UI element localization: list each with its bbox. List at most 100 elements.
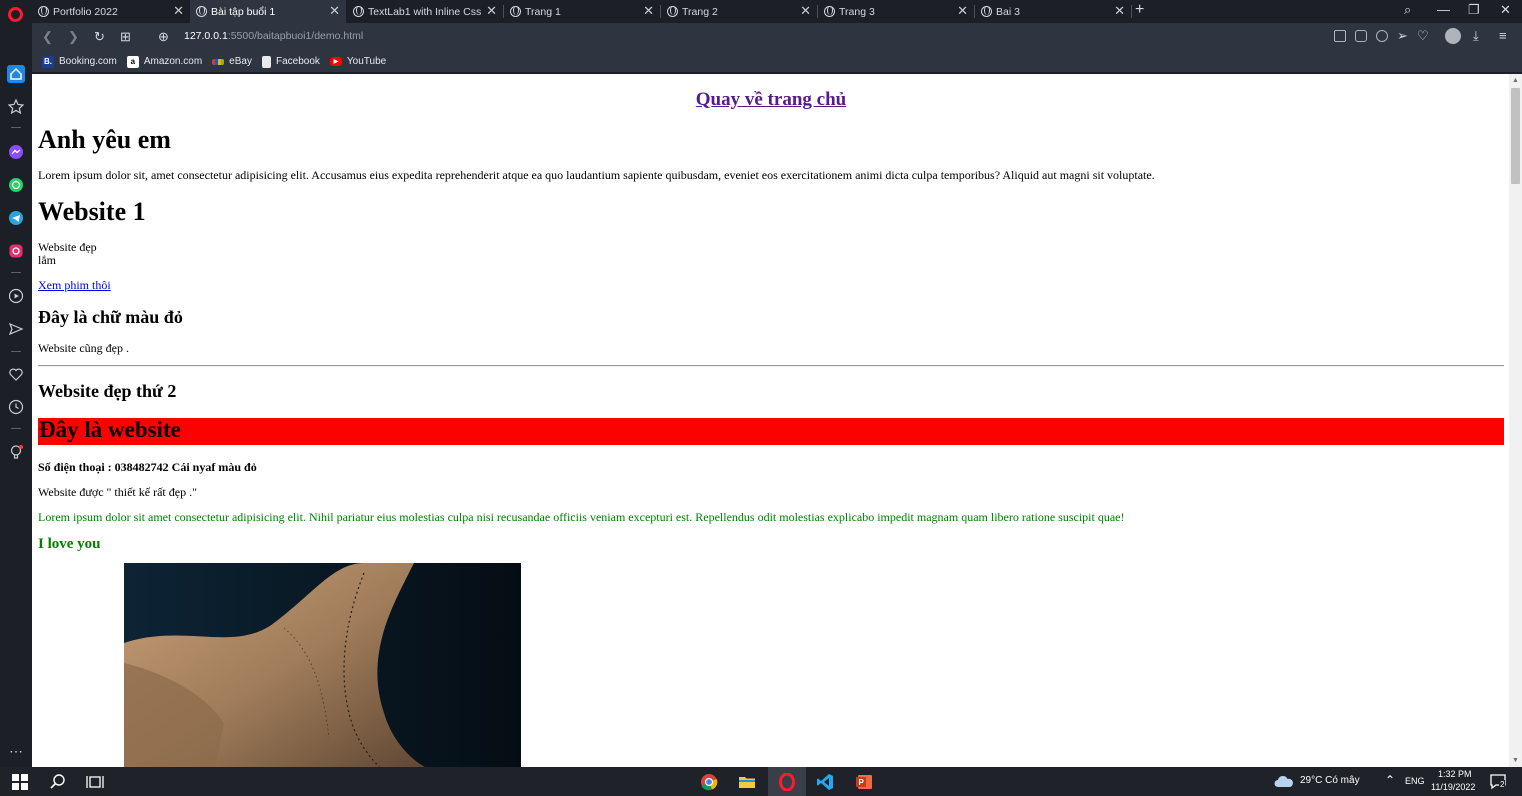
close-tab-icon[interactable]: ✕: [643, 3, 654, 19]
amazon-icon: a: [126, 55, 139, 68]
opera-icon[interactable]: [778, 773, 796, 791]
page-viewport: Quay về trang chủ Anh yêu em Lorem ipsum…: [32, 74, 1522, 767]
clock-time[interactable]: 1:32 PM: [1438, 769, 1472, 779]
close-tab-icon[interactable]: ✕: [173, 3, 184, 19]
close-tab-icon[interactable]: ✕: [1114, 3, 1125, 19]
chevron-up-icon[interactable]: ⌃: [1385, 773, 1395, 787]
phone-text: Số điện thoại : 038482742 Cái nyaf màu đ…: [38, 460, 257, 474]
search-tabs-icon[interactable]: ⌕: [1404, 2, 1411, 18]
file-explorer-icon[interactable]: [738, 773, 756, 791]
address-bar: ❮ ❯ ↻ ⊞ ⊕ 127.0.0.1:5500/baitapbuoi1/dem…: [32, 23, 1522, 51]
whatsapp-icon[interactable]: [7, 176, 25, 194]
vscode-icon[interactable]: [816, 773, 834, 791]
tab-trang1[interactable]: Trang 1 ✕: [504, 0, 660, 23]
close-window-icon[interactable]: ✕: [1500, 2, 1511, 18]
history-icon[interactable]: [7, 398, 25, 416]
globe-icon: [353, 6, 364, 17]
windows-taskbar: P 29°C Có mây ⌃ ENG 1:32 PM 11/19/2022 2: [0, 767, 1522, 796]
red-banner: Đây là website: [38, 417, 1504, 445]
heading-red-text: Đây là chữ màu đỏ: [38, 307, 183, 327]
bookmark-booking[interactable]: B. Booking.com: [42, 55, 117, 68]
tab-bai3[interactable]: Bai 3 ✕: [975, 0, 1131, 23]
send-icon[interactable]: [7, 320, 25, 338]
scrollbar[interactable]: ▲ ▼: [1509, 74, 1522, 767]
lightbulb-icon[interactable]: [7, 443, 25, 461]
language-indicator[interactable]: ENG: [1405, 776, 1425, 786]
favorite-icon[interactable]: ♡: [1417, 28, 1429, 44]
bookmark-amazon[interactable]: a Amazon.com: [126, 55, 202, 68]
easy-setup-icon[interactable]: ≡: [1499, 28, 1507, 43]
globe-icon: [981, 6, 992, 17]
player-icon[interactable]: [7, 287, 25, 305]
movie-link[interactable]: Xem phim thôi: [38, 278, 111, 293]
close-tab-icon[interactable]: ✕: [486, 3, 497, 19]
home-link[interactable]: Quay về trang chủ: [38, 89, 1504, 111]
bookmark-facebook[interactable]: Facebook: [261, 55, 320, 68]
cloud-icon: [1274, 775, 1293, 787]
clock-date[interactable]: 11/19/2022: [1431, 782, 1475, 792]
bookmark-ebay[interactable]: eBay: [212, 56, 252, 67]
restore-icon[interactable]: ❐: [1468, 2, 1480, 18]
windows-start-icon[interactable]: [11, 773, 29, 791]
messenger-icon[interactable]: [7, 143, 25, 161]
flow-icon[interactable]: ➢: [1397, 28, 1408, 44]
heart-icon[interactable]: [7, 365, 25, 383]
booking-icon: B.: [42, 55, 54, 68]
opera-logo-icon[interactable]: [8, 7, 23, 22]
download-icon[interactable]: ⤓: [1473, 28, 1479, 44]
new-tab-icon[interactable]: +: [1135, 1, 1144, 19]
minimize-icon[interactable]: —: [1437, 2, 1450, 17]
close-tab-icon[interactable]: ✕: [800, 3, 811, 19]
speed-dial-icon[interactable]: [7, 65, 25, 83]
close-tab-icon[interactable]: ✕: [957, 3, 968, 19]
reload-icon[interactable]: ↻: [94, 29, 105, 45]
scrollbar-thumb[interactable]: [1511, 88, 1520, 184]
page-icon: [261, 55, 271, 68]
tab-bai-tap[interactable]: Bài tập buổi 1 ✕: [190, 0, 346, 23]
quote-paragraph: Website được " thiết kế rất đẹp .": [38, 485, 197, 499]
forward-icon[interactable]: ❯: [68, 29, 79, 45]
green-paragraph: Lorem ipsum dolor sit amet consectetur a…: [38, 510, 1125, 524]
powerpoint-icon[interactable]: P: [855, 773, 873, 791]
horizontal-rule: [38, 365, 1504, 367]
bookmarks-icon[interactable]: [7, 97, 25, 115]
close-tab-icon[interactable]: ✕: [329, 3, 340, 19]
svg-text:P: P: [859, 778, 865, 787]
heading-website-1: Website 1: [38, 197, 146, 226]
profile-icon[interactable]: [1445, 28, 1461, 44]
telegram-icon[interactable]: [7, 209, 25, 227]
bookmark-youtube[interactable]: ▶ YouTube: [329, 56, 386, 67]
share-icon[interactable]: [1334, 30, 1346, 42]
tab-trang3[interactable]: Trang 3 ✕: [818, 0, 974, 23]
tab-textlab1[interactable]: TextLab1 with Inline Css ✕: [347, 0, 503, 23]
search-icon[interactable]: [49, 773, 67, 791]
globe-icon: [510, 6, 521, 17]
globe-icon: [824, 6, 835, 17]
tabs-grid-icon[interactable]: ⊞: [120, 29, 131, 45]
heading-website-2: Website đẹp thứ 2: [38, 381, 177, 401]
scroll-up-icon[interactable]: ▲: [1511, 76, 1520, 85]
more-icon[interactable]: ⋯: [7, 742, 25, 760]
ebay-icon: [212, 58, 225, 65]
tab-strip: Portfolio 2022 ✕ Bài tập buổi 1 ✕ TextLa…: [32, 0, 1522, 23]
site-info-icon[interactable]: ⊕: [158, 29, 169, 45]
weather-text[interactable]: 29°C Có mây: [1300, 775, 1360, 786]
lorem-paragraph: Lorem ipsum dolor sit, amet consectetur …: [38, 168, 1155, 182]
camera-icon[interactable]: [1355, 30, 1367, 42]
globe-icon: [667, 6, 678, 17]
url-field[interactable]: 127.0.0.1:5500/baitapbuoi1/demo.html: [184, 30, 363, 42]
chrome-icon[interactable]: [700, 773, 718, 791]
task-view-icon[interactable]: [86, 773, 104, 791]
back-icon[interactable]: ❮: [42, 29, 53, 45]
tab-portfolio[interactable]: Portfolio 2022 ✕: [32, 0, 190, 23]
scroll-down-icon[interactable]: ▼: [1511, 756, 1520, 765]
bookmarks-bar: B. Booking.com a Amazon.com eBay Faceboo…: [32, 51, 1522, 72]
youtube-icon: ▶: [329, 57, 342, 66]
globe-icon: [196, 6, 207, 17]
instagram-icon[interactable]: [7, 242, 25, 260]
love-heading: I love you: [38, 536, 101, 552]
heading-anh-yeu-em: Anh yêu em: [38, 125, 171, 154]
browser-sidebar: ⋯: [0, 0, 32, 767]
tab-trang2[interactable]: Trang 2 ✕: [661, 0, 817, 23]
adblock-icon[interactable]: [1376, 30, 1388, 42]
